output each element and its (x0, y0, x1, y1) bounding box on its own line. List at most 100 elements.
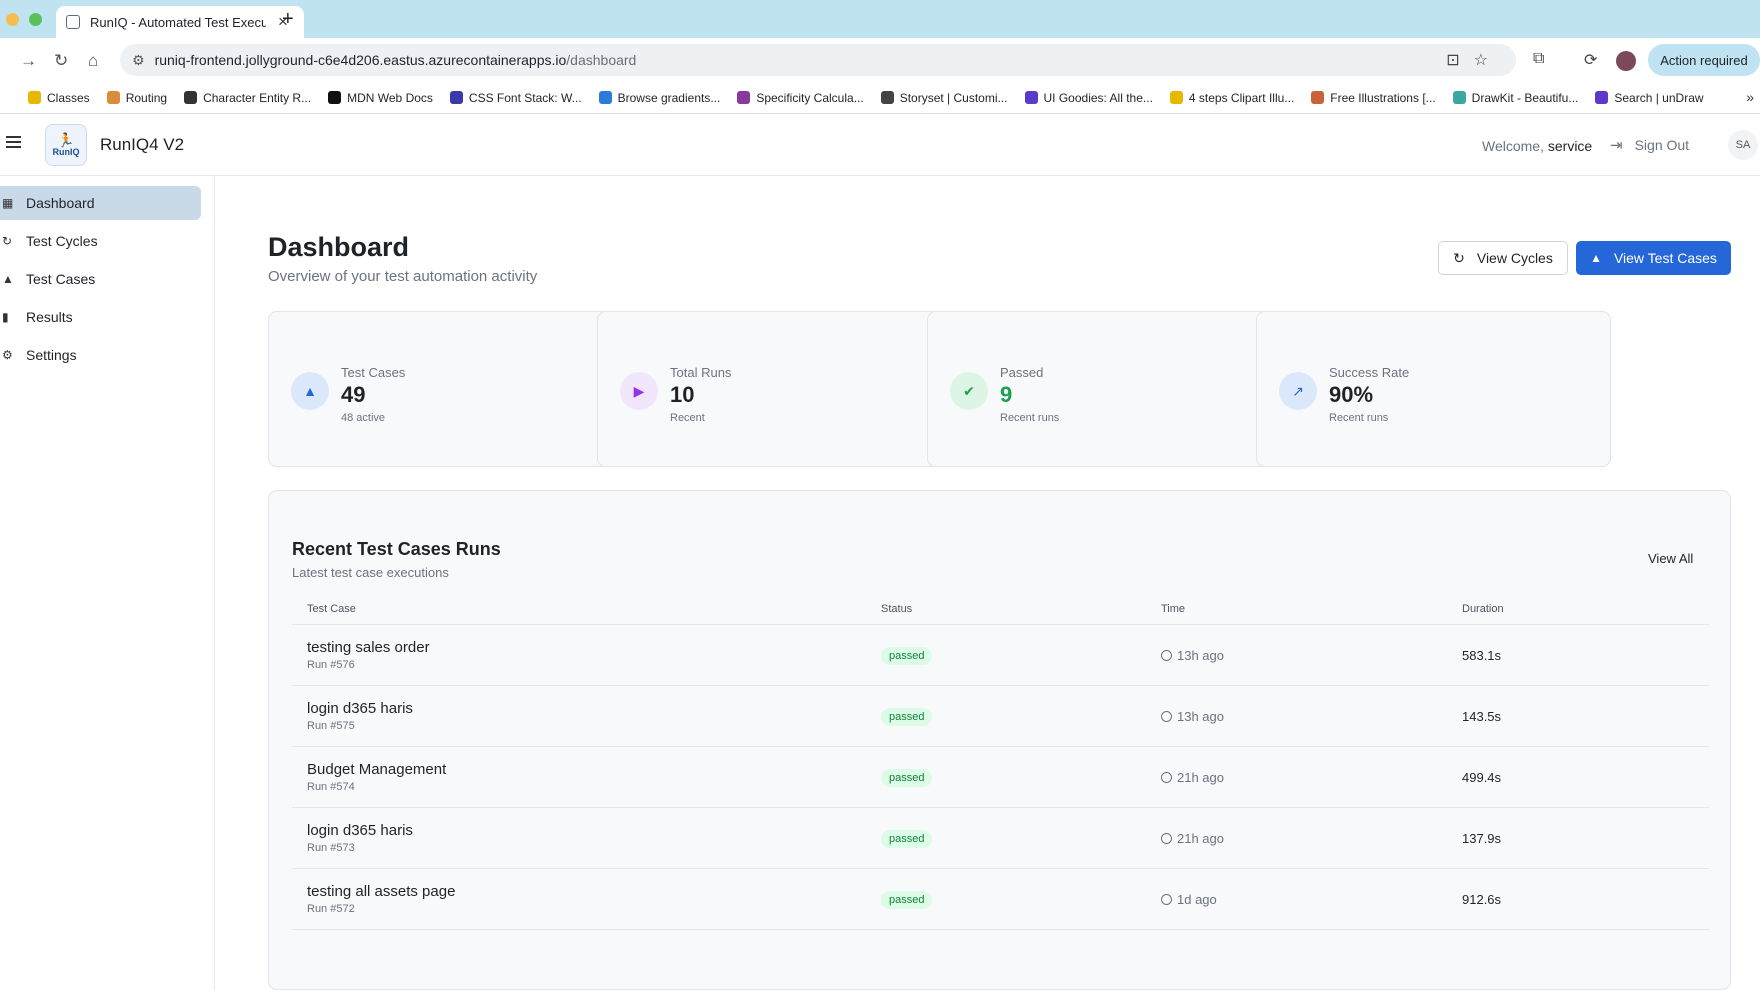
gear-icon: ⚙ (2, 348, 13, 362)
status-badge: passed (881, 707, 933, 726)
bookmark-label: 4 steps Clipart Illu... (1188, 90, 1295, 105)
welcome-text: Welcome, service (1482, 138, 1592, 154)
tab-title: RunIQ - Automated Test Execution (90, 14, 266, 30)
main-content: Dashboard Overview of your test automati… (216, 176, 1760, 990)
stat-card-test-cases: ▲ Test Cases 49 48 active (268, 311, 623, 467)
check-circle-icon: ✔ (950, 372, 988, 410)
test-case-name[interactable]: testing all assets page (307, 883, 881, 900)
sidebar-item-dashboard[interactable]: ▦ Dashboard (0, 186, 201, 220)
sidebar-item-test-cases[interactable]: ▲ Test Cases (0, 262, 201, 296)
column-header-time: Time (1161, 603, 1186, 615)
table-row[interactable]: testing all assets page Run #572 passed 1d … (292, 869, 1709, 930)
bookmark-favicon-icon (1169, 91, 1183, 104)
status-badge: passed (881, 829, 933, 848)
clock-icon (1161, 832, 1172, 844)
cell-time: 21h ago (1161, 770, 1462, 785)
sidebar-item-settings[interactable]: ⚙ Settings (0, 338, 201, 372)
bookmark-item[interactable]: Classes (28, 91, 90, 105)
cell-duration: 143.5s (1462, 708, 1502, 724)
more-bookmarks-icon[interactable]: » (1746, 89, 1754, 105)
bookmark-item[interactable]: UI Goodies: All the... (1024, 91, 1153, 105)
minimize-window-button[interactable] (6, 13, 19, 26)
sync-icon[interactable]: ⟳ (1584, 50, 1597, 70)
home-icon[interactable]: ⌂ (88, 51, 98, 71)
bookmark-item[interactable]: Specificity Calcula... (737, 91, 864, 105)
cell-status: passed (881, 707, 1161, 726)
test-case-name[interactable]: login d365 haris (307, 700, 881, 717)
action-required-button[interactable]: Action required (1648, 44, 1760, 76)
bookmark-label: DrawKit - Beautifu... (1471, 90, 1579, 105)
maximize-window-button[interactable] (29, 13, 42, 26)
sign-out-button[interactable]: ⇥ Sign Out (1610, 136, 1689, 154)
column-header-duration: Duration (1462, 603, 1504, 615)
bookmark-item[interactable]: CSS Font Stack: W... (449, 90, 582, 105)
test-case-name[interactable]: Budget Management (307, 761, 881, 778)
bookmark-star-icon[interactable]: ☆ (1474, 52, 1502, 69)
bookmark-item[interactable]: Free Illustrations [... (1311, 91, 1436, 105)
install-app-icon[interactable]: ⊡ (1446, 52, 1473, 69)
bookmark-favicon-icon (1595, 91, 1609, 104)
run-number: Run #572 (307, 903, 355, 915)
bookmark-item[interactable]: Routing (106, 91, 167, 105)
dashboard-icon: ▦ (2, 196, 14, 210)
bookmark-item[interactable]: Storyset | Customi... (880, 91, 1008, 105)
reload-icon[interactable]: ↻ (54, 51, 68, 71)
stat-card-success-rate: ↗ Success Rate 90% Recent runs (1256, 311, 1611, 467)
bookmark-item[interactable]: Character Entity R... (184, 91, 311, 105)
cell-duration: 583.1s (1462, 647, 1502, 663)
omnibox-actions: ⊡☆ (1446, 50, 1502, 70)
logo-text: RunIQ (52, 147, 80, 157)
avatar[interactable]: SA (1728, 130, 1758, 160)
site-settings-icon[interactable]: ⚙ (132, 52, 145, 69)
bookmark-item[interactable]: 4 steps Clipart Illu... (1169, 90, 1295, 105)
cell-status: passed (881, 829, 1161, 848)
cell-duration: 137.9s (1462, 830, 1502, 846)
bookmark-item[interactable]: MDN Web Docs (328, 91, 433, 105)
address-bar[interactable]: ⚙ runiq-frontend.jollyground-c6e4d206.ea… (120, 44, 1516, 76)
stat-label: Success Rate (1329, 365, 1410, 380)
run-number: Run #575 (307, 720, 355, 732)
sidebar-item-test-cycles[interactable]: ↻ Test Cycles (0, 224, 201, 258)
extensions-icon[interactable]: ⧉ (1533, 50, 1544, 68)
status-badge: passed (881, 646, 933, 665)
back-icon[interactable]: → (20, 51, 37, 71)
new-tab-icon[interactable]: + (282, 8, 294, 31)
sidebar-item-results[interactable]: ▮ Results (0, 300, 201, 334)
browser-tab[interactable]: RunIQ - Automated Test Execution × (56, 6, 304, 38)
view-cycles-button[interactable]: ↻ View Cycles (1438, 241, 1568, 275)
app-logo: 🏃 RunIQ (45, 124, 87, 166)
run-number: Run #574 (307, 781, 355, 793)
bookmark-label: CSS Font Stack: W... (468, 90, 582, 105)
stat-label: Total Runs (670, 365, 732, 380)
run-time: 1d ago (1177, 891, 1217, 907)
clock-icon (1161, 710, 1172, 722)
table-row[interactable]: testing sales order Run #576 passed 13h ago… (292, 625, 1709, 686)
table-row[interactable]: login d365 haris Run #575 passed 13h ago 143… (292, 686, 1709, 747)
test-case-name[interactable]: testing sales order (307, 639, 881, 656)
recent-runs-card: Recent Test Cases Runs Latest test case … (268, 490, 1731, 990)
url-path: /dashboard (566, 52, 637, 68)
bookmark-item[interactable]: Browse gradients... (598, 91, 720, 105)
page-subtitle: Overview of your test automation activit… (268, 268, 538, 285)
run-time: 13h ago (1177, 647, 1224, 663)
stat-label: Test Cases (341, 365, 406, 380)
table-row[interactable]: Budget Management Run #574 passed 21h ago 49… (292, 747, 1709, 808)
stat-value: 10 (670, 382, 695, 407)
url-text: runiq-frontend.jollyground-c6e4d206.east… (155, 52, 637, 68)
bookmark-label: Classes (47, 90, 90, 105)
bookmark-item[interactable]: DrawKit - Beautifu... (1452, 90, 1579, 105)
bookmark-favicon-icon (449, 91, 463, 104)
view-all-link[interactable]: View All (1648, 551, 1693, 566)
logout-icon: ⇥ (1610, 137, 1623, 154)
bookmark-item[interactable]: Search | unDraw (1595, 91, 1704, 105)
test-case-name[interactable]: login d365 haris (307, 822, 881, 839)
cell-test-case: testing sales order Run #576 (292, 639, 881, 671)
table-row[interactable]: login d365 haris Run #573 passed 21h ago 137… (292, 808, 1709, 869)
menu-icon[interactable] (6, 136, 21, 148)
status-badge: passed (881, 890, 933, 909)
stat-value: 49 (341, 382, 366, 407)
cell-status: passed (881, 890, 1161, 909)
profile-avatar-icon[interactable] (1616, 51, 1636, 71)
view-test-cases-button[interactable]: ▲ View Test Cases (1576, 241, 1731, 275)
run-time: 21h ago (1177, 830, 1224, 846)
